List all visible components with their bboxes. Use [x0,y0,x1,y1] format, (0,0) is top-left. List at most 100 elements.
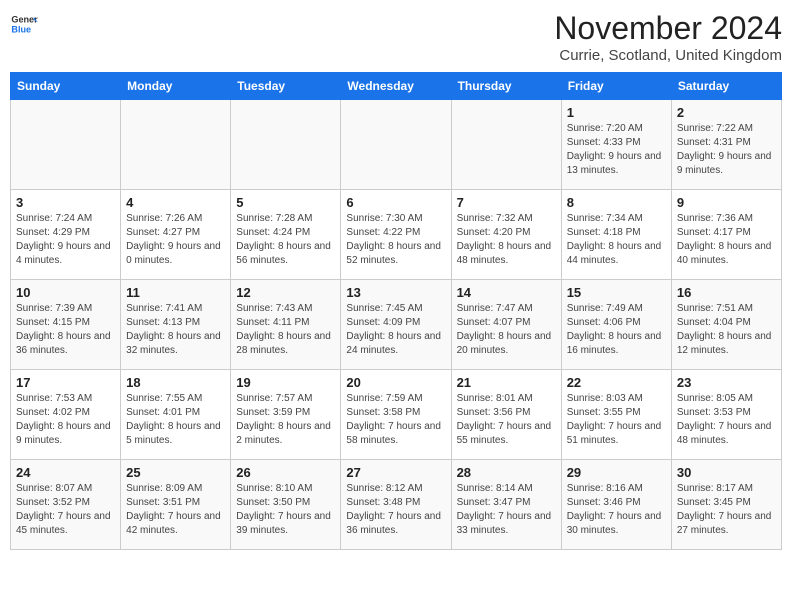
day-info: Sunrise: 7:43 AM Sunset: 4:11 PM Dayligh… [236,302,335,358]
day-info: Sunrise: 8:17 AM Sunset: 3:45 PM Dayligh… [677,482,776,538]
day-number: 14 [457,285,556,300]
calendar-cell [231,100,341,190]
day-info: Sunrise: 7:28 AM Sunset: 4:24 PM Dayligh… [236,212,335,268]
weekday-monday: Monday [121,73,231,100]
day-number: 21 [457,375,556,390]
calendar-cell: 9 Sunrise: 7:36 AM Sunset: 4:17 PM Daylig… [671,190,781,280]
day-info: Sunrise: 7:47 AM Sunset: 4:07 PM Dayligh… [457,302,556,358]
weekday-saturday: Saturday [671,73,781,100]
calendar-cell: 25 Sunrise: 8:09 AM Sunset: 3:51 PM Dayli… [121,460,231,550]
calendar-cell: 21 Sunrise: 8:01 AM Sunset: 3:56 PM Dayli… [451,370,561,460]
page-header: General Blue November 2024 Currie, Scotl… [10,10,782,64]
calendar-cell: 11Sunrise: 7:41 AM Sunset: 4:13 PM Dayli… [121,280,231,370]
calendar-cell: 30 Sunrise: 8:17 AM Sunset: 3:45 PM Dayli… [671,460,781,550]
calendar-cell: 20 Sunrise: 7:59 AM Sunset: 3:58 PM Dayli… [341,370,451,460]
day-number: 3 [16,195,115,210]
calendar-cell: 26 Sunrise: 8:10 AM Sunset: 3:50 PM Dayli… [231,460,341,550]
day-info: Sunrise: 8:09 AM Sunset: 3:51 PM Dayligh… [126,482,225,538]
calendar-cell: 4 Sunrise: 7:26 AM Sunset: 4:27 PM Daylig… [121,190,231,280]
calendar-cell: 10 Sunrise: 7:39 AM Sunset: 4:15 PM Dayli… [11,280,121,370]
day-number: 24 [16,465,115,480]
day-info: Sunrise: 8:03 AM Sunset: 3:55 PM Dayligh… [567,392,666,448]
day-info: Sunrise: 7:57 AM Sunset: 3:59 PM Dayligh… [236,392,335,448]
calendar-week-3: 10 Sunrise: 7:39 AM Sunset: 4:15 PM Dayli… [11,280,782,370]
day-info: Sunrise: 7:51 AM Sunset: 4:04 PM Dayligh… [677,302,776,358]
calendar-cell [451,100,561,190]
calendar-cell: 3 Sunrise: 7:24 AM Sunset: 4:29 PM Daylig… [11,190,121,280]
calendar-cell: 7 Sunrise: 7:32 AM Sunset: 4:20 PM Daylig… [451,190,561,280]
calendar-cell: 28 Sunrise: 8:14 AM Sunset: 3:47 PM Dayli… [451,460,561,550]
day-number: 6 [346,195,445,210]
day-number: 17 [16,375,115,390]
calendar-cell: 17 Sunrise: 7:53 AM Sunset: 4:02 PM Dayli… [11,370,121,460]
calendar-week-1: 1 Sunrise: 7:20 AM Sunset: 4:33 PM Daylig… [11,100,782,190]
month-title: November 2024 [554,10,782,47]
day-number: 20 [346,375,445,390]
day-number: 27 [346,465,445,480]
day-info: Sunrise: 7:41 AM Sunset: 4:13 PM Dayligh… [126,302,225,358]
day-number: 10 [16,285,115,300]
day-number: 7 [457,195,556,210]
day-info: Sunrise: 7:36 AM Sunset: 4:17 PM Dayligh… [677,212,776,268]
calendar-cell: 13Sunrise: 7:45 AM Sunset: 4:09 PM Dayli… [341,280,451,370]
calendar-cell: 2 Sunrise: 7:22 AM Sunset: 4:31 PM Daylig… [671,100,781,190]
day-number: 9 [677,195,776,210]
calendar-cell: 23Sunrise: 8:05 AM Sunset: 3:53 PM Dayli… [671,370,781,460]
calendar-week-2: 3 Sunrise: 7:24 AM Sunset: 4:29 PM Daylig… [11,190,782,280]
calendar-cell [121,100,231,190]
day-number: 28 [457,465,556,480]
day-info: Sunrise: 7:26 AM Sunset: 4:27 PM Dayligh… [126,212,225,268]
logo: General Blue [10,10,38,38]
calendar-cell: 5 Sunrise: 7:28 AM Sunset: 4:24 PM Daylig… [231,190,341,280]
day-info: Sunrise: 7:22 AM Sunset: 4:31 PM Dayligh… [677,122,776,178]
weekday-thursday: Thursday [451,73,561,100]
day-info: Sunrise: 7:24 AM Sunset: 4:29 PM Dayligh… [16,212,115,268]
weekday-header-row: SundayMondayTuesdayWednesdayThursdayFrid… [11,73,782,100]
day-number: 8 [567,195,666,210]
day-info: Sunrise: 7:32 AM Sunset: 4:20 PM Dayligh… [457,212,556,268]
day-info: Sunrise: 8:14 AM Sunset: 3:47 PM Dayligh… [457,482,556,538]
day-info: Sunrise: 7:30 AM Sunset: 4:22 PM Dayligh… [346,212,445,268]
calendar-cell: 12 Sunrise: 7:43 AM Sunset: 4:11 PM Dayli… [231,280,341,370]
day-info: Sunrise: 8:10 AM Sunset: 3:50 PM Dayligh… [236,482,335,538]
calendar-cell: 29Sunrise: 8:16 AM Sunset: 3:46 PM Dayli… [561,460,671,550]
day-info: Sunrise: 8:12 AM Sunset: 3:48 PM Dayligh… [346,482,445,538]
day-info: Sunrise: 7:39 AM Sunset: 4:15 PM Dayligh… [16,302,115,358]
day-number: 26 [236,465,335,480]
day-number: 1 [567,105,666,120]
day-info: Sunrise: 8:01 AM Sunset: 3:56 PM Dayligh… [457,392,556,448]
calendar-week-5: 24 Sunrise: 8:07 AM Sunset: 3:52 PM Dayli… [11,460,782,550]
calendar-cell: 14 Sunrise: 7:47 AM Sunset: 4:07 PM Dayli… [451,280,561,370]
calendar-cell: 1 Sunrise: 7:20 AM Sunset: 4:33 PM Daylig… [561,100,671,190]
day-number: 15 [567,285,666,300]
day-number: 4 [126,195,225,210]
calendar-cell [341,100,451,190]
day-info: Sunrise: 7:55 AM Sunset: 4:01 PM Dayligh… [126,392,225,448]
day-info: Sunrise: 7:53 AM Sunset: 4:02 PM Dayligh… [16,392,115,448]
weekday-wednesday: Wednesday [341,73,451,100]
day-info: Sunrise: 7:34 AM Sunset: 4:18 PM Dayligh… [567,212,666,268]
calendar-cell [11,100,121,190]
weekday-sunday: Sunday [11,73,121,100]
day-info: Sunrise: 7:59 AM Sunset: 3:58 PM Dayligh… [346,392,445,448]
day-number: 5 [236,195,335,210]
day-info: Sunrise: 7:49 AM Sunset: 4:06 PM Dayligh… [567,302,666,358]
calendar-cell: 15 Sunrise: 7:49 AM Sunset: 4:06 PM Dayli… [561,280,671,370]
calendar-body: 1 Sunrise: 7:20 AM Sunset: 4:33 PM Daylig… [11,100,782,550]
day-number: 12 [236,285,335,300]
day-info: Sunrise: 7:45 AM Sunset: 4:09 PM Dayligh… [346,302,445,358]
day-number: 22 [567,375,666,390]
day-info: Sunrise: 7:20 AM Sunset: 4:33 PM Dayligh… [567,122,666,178]
calendar-week-4: 17 Sunrise: 7:53 AM Sunset: 4:02 PM Dayli… [11,370,782,460]
calendar-cell: 24 Sunrise: 8:07 AM Sunset: 3:52 PM Dayli… [11,460,121,550]
day-info: Sunrise: 8:07 AM Sunset: 3:52 PM Dayligh… [16,482,115,538]
day-number: 25 [126,465,225,480]
weekday-friday: Friday [561,73,671,100]
day-number: 30 [677,465,776,480]
day-number: 18 [126,375,225,390]
calendar-cell: 19Sunrise: 7:57 AM Sunset: 3:59 PM Dayli… [231,370,341,460]
day-number: 2 [677,105,776,120]
calendar-cell: 16Sunrise: 7:51 AM Sunset: 4:04 PM Dayli… [671,280,781,370]
calendar-cell: 22 Sunrise: 8:03 AM Sunset: 3:55 PM Dayli… [561,370,671,460]
day-info: Sunrise: 8:05 AM Sunset: 3:53 PM Dayligh… [677,392,776,448]
